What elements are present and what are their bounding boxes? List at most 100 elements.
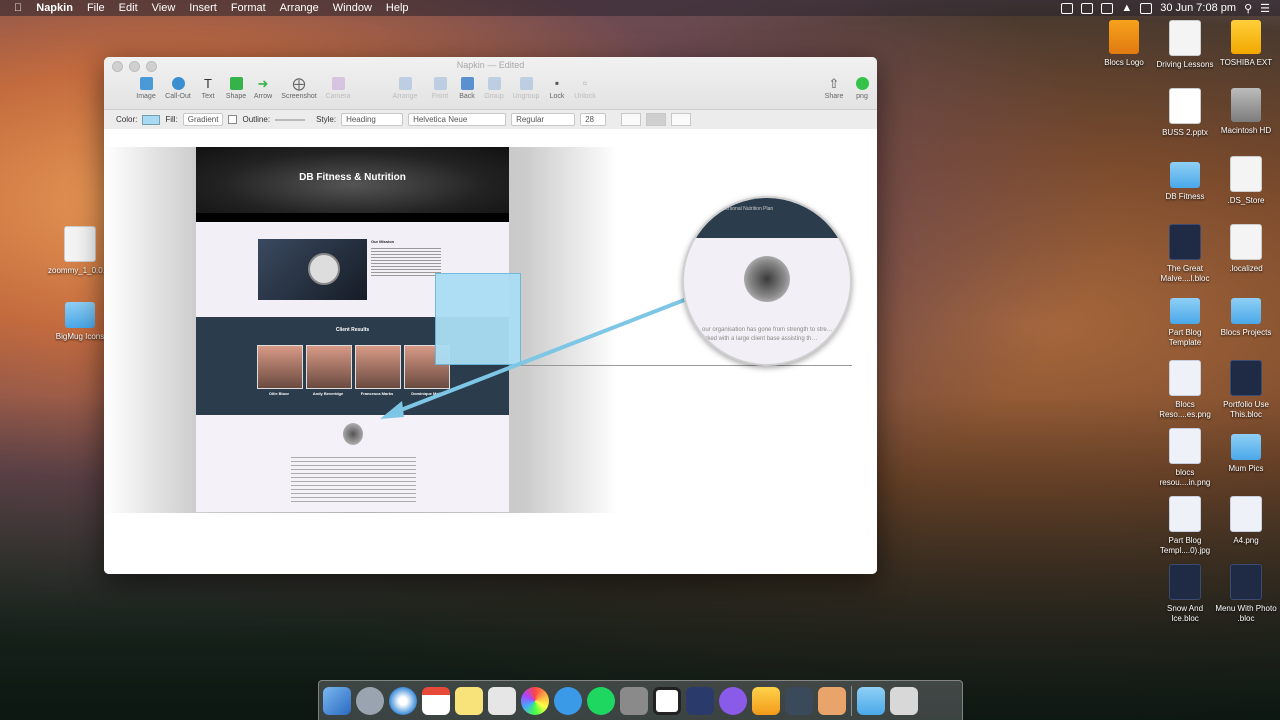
align-left-button[interactable] — [621, 113, 642, 126]
battery-icon[interactable] — [1140, 2, 1153, 14]
napkin-canvas[interactable]: DB Fitness & Nutrition Our Mission Clien… — [104, 129, 877, 574]
ungroup-icon — [519, 77, 533, 90]
align-center-button[interactable] — [646, 113, 667, 126]
system-preferences-icon[interactable] — [620, 686, 648, 715]
notes-icon[interactable] — [455, 686, 483, 715]
status-area: ▲ 30 Jun 7:08 pm ⚲ ☰ — [1061, 2, 1270, 15]
desktop-icon-bigmug[interactable]: BigMug Icons — [48, 296, 112, 342]
desktop-icon-buss[interactable]: BUSS 2.pptx — [1153, 88, 1217, 138]
site-video — [258, 239, 367, 300]
bloc-file-icon — [1230, 564, 1262, 600]
color-swatch[interactable] — [142, 114, 161, 125]
menu-format[interactable]: Format — [231, 2, 266, 14]
desktop-icon-db-fitness[interactable]: DB Fitness — [1153, 156, 1217, 202]
desktop-icon-a4[interactable]: A4.png — [1214, 496, 1278, 546]
group-icon — [487, 77, 501, 90]
downloads-folder-icon[interactable] — [857, 686, 885, 715]
size-select[interactable]: 28 — [580, 113, 607, 126]
menu-help[interactable]: Help — [386, 2, 409, 14]
trash-icon[interactable] — [890, 686, 918, 715]
weight-select[interactable]: Regular — [511, 113, 576, 126]
preview-icon[interactable] — [488, 686, 516, 715]
desktop-icon-mum-pics[interactable]: Mum Pics — [1214, 428, 1278, 474]
desktop-icon-driving-lessons[interactable]: Driving Lessons — [1153, 20, 1217, 70]
sketch-icon[interactable] — [752, 686, 780, 715]
desktop-icon-snow-ice[interactable]: Snow And Ice.bloc — [1153, 564, 1217, 624]
apple-icon[interactable]:  — [14, 2, 22, 14]
callout-magnifier[interactable]: Personal Nutrition Plan our organisation… — [682, 196, 852, 366]
menubar-clock[interactable]: 30 Jun 7:08 pm — [1160, 2, 1236, 14]
photos-icon[interactable] — [521, 686, 549, 715]
desktop-icon-zoommy[interactable]: zoommy_1_0.0.dmg — [48, 226, 120, 276]
menu-view[interactable]: View — [152, 2, 176, 14]
list-icon[interactable]: ☰ — [1260, 2, 1270, 15]
spotify-icon[interactable] — [587, 686, 615, 715]
hard-drive-icon — [1231, 88, 1261, 122]
arrange-button[interactable]: Arrange — [385, 77, 425, 100]
unlock-button[interactable]: ▫ Unlock — [565, 77, 605, 101]
magnified-text: our organisation has gone from strength … — [702, 327, 833, 342]
font-select[interactable]: Helvetica Neue — [408, 113, 507, 126]
menu-window[interactable]: Window — [333, 2, 372, 14]
safari-icon[interactable] — [389, 686, 417, 715]
desktop-icon-blocs-logo[interactable]: Blocs Logo — [1092, 20, 1156, 68]
desktop-icon-part-blog-template[interactable]: Part Blog Template — [1153, 292, 1217, 348]
menu-arrange[interactable]: Arrange — [280, 2, 319, 14]
annotation-arrow[interactable] — [374, 289, 704, 429]
arrow-tool-button[interactable]: ➜ Arrow — [243, 77, 283, 100]
outline-slider[interactable] — [275, 118, 306, 121]
style-select[interactable]: Heading — [341, 113, 404, 126]
calendar-icon[interactable] — [422, 686, 450, 715]
fill-label: Fill: — [165, 115, 178, 124]
align-right-button[interactable] — [671, 113, 692, 126]
fill-select[interactable]: Gradient — [182, 113, 224, 126]
blocs-icon[interactable] — [686, 686, 714, 715]
finder-icon[interactable] — [323, 686, 351, 715]
search-icon[interactable]: ⚲ — [1244, 2, 1252, 15]
trainer-avatar — [343, 423, 363, 445]
desktop-icon-menu-photo[interactable]: Menu With Photo .bloc — [1214, 564, 1278, 624]
camera-tool-button[interactable]: Camera — [318, 77, 358, 100]
external-drive-icon — [1231, 20, 1261, 54]
menu-edit[interactable]: Edit — [119, 2, 138, 14]
napkin-app-icon[interactable] — [719, 686, 747, 715]
desktop-icon-macintosh-hd[interactable]: Macintosh HD — [1214, 88, 1278, 136]
crosshair-icon: ⨁ — [292, 76, 306, 91]
tweetbot-icon[interactable] — [653, 686, 681, 715]
folder-icon — [1231, 434, 1261, 460]
wifi-icon[interactable]: ▲ — [1121, 2, 1132, 14]
outline-checkbox[interactable] — [228, 115, 238, 124]
arrow-icon: ➜ — [257, 76, 269, 91]
menu-insert[interactable]: Insert — [189, 2, 217, 14]
launchpad-icon[interactable] — [356, 686, 384, 715]
script-icon[interactable] — [818, 686, 846, 715]
desktop-icon-portfolio[interactable]: Portfolio Use This.bloc — [1214, 360, 1278, 420]
desktop-icon-blocs-resources[interactable]: Blocs Reso....es.png — [1153, 360, 1217, 420]
camera-icon — [331, 77, 345, 90]
desktop-icon-great-malvern[interactable]: The Great Malve....l.bloc — [1153, 224, 1217, 284]
menu-bar:  Napkin File Edit View Insert Format Ar… — [0, 0, 1280, 16]
menu-file[interactable]: File — [87, 2, 105, 14]
screenflow-icon[interactable] — [785, 686, 813, 715]
site-hero: DB Fitness & Nutrition — [196, 147, 509, 222]
screenshot-tool-button[interactable]: ⨁ Screenshot — [279, 77, 319, 100]
screen-icon[interactable] — [1081, 2, 1094, 14]
desktop-icon-blocs-resou-png[interactable]: blocs resou....in.png — [1153, 428, 1217, 488]
png-file-icon — [1169, 428, 1201, 464]
menu-app-name[interactable]: Napkin — [36, 2, 73, 14]
share-icon: ⇧ — [828, 76, 840, 91]
dropbox-icon[interactable] — [1061, 2, 1074, 14]
outline-label: Outline: — [242, 115, 271, 124]
png-file-icon — [1230, 496, 1262, 532]
desktop-icon-part-blog-jpg[interactable]: Part Blog Templ....0).jpg — [1153, 496, 1217, 556]
desktop-icon-ds-store[interactable]: .DS_Store — [1214, 156, 1278, 206]
desktop-icon-localized[interactable]: .localized — [1214, 224, 1278, 274]
callout-icon — [171, 77, 185, 90]
disk-image-icon — [64, 226, 96, 262]
desktop-icon-toshiba[interactable]: TOSHIBA EXT — [1214, 20, 1278, 68]
desktop-icon-blocs-projects[interactable]: Blocs Projects — [1214, 292, 1278, 338]
app-store-icon[interactable] — [554, 686, 582, 715]
bluetooth-icon[interactable] — [1101, 2, 1114, 14]
png-export-button[interactable]: png — [842, 77, 877, 100]
site-about-text — [291, 457, 416, 502]
